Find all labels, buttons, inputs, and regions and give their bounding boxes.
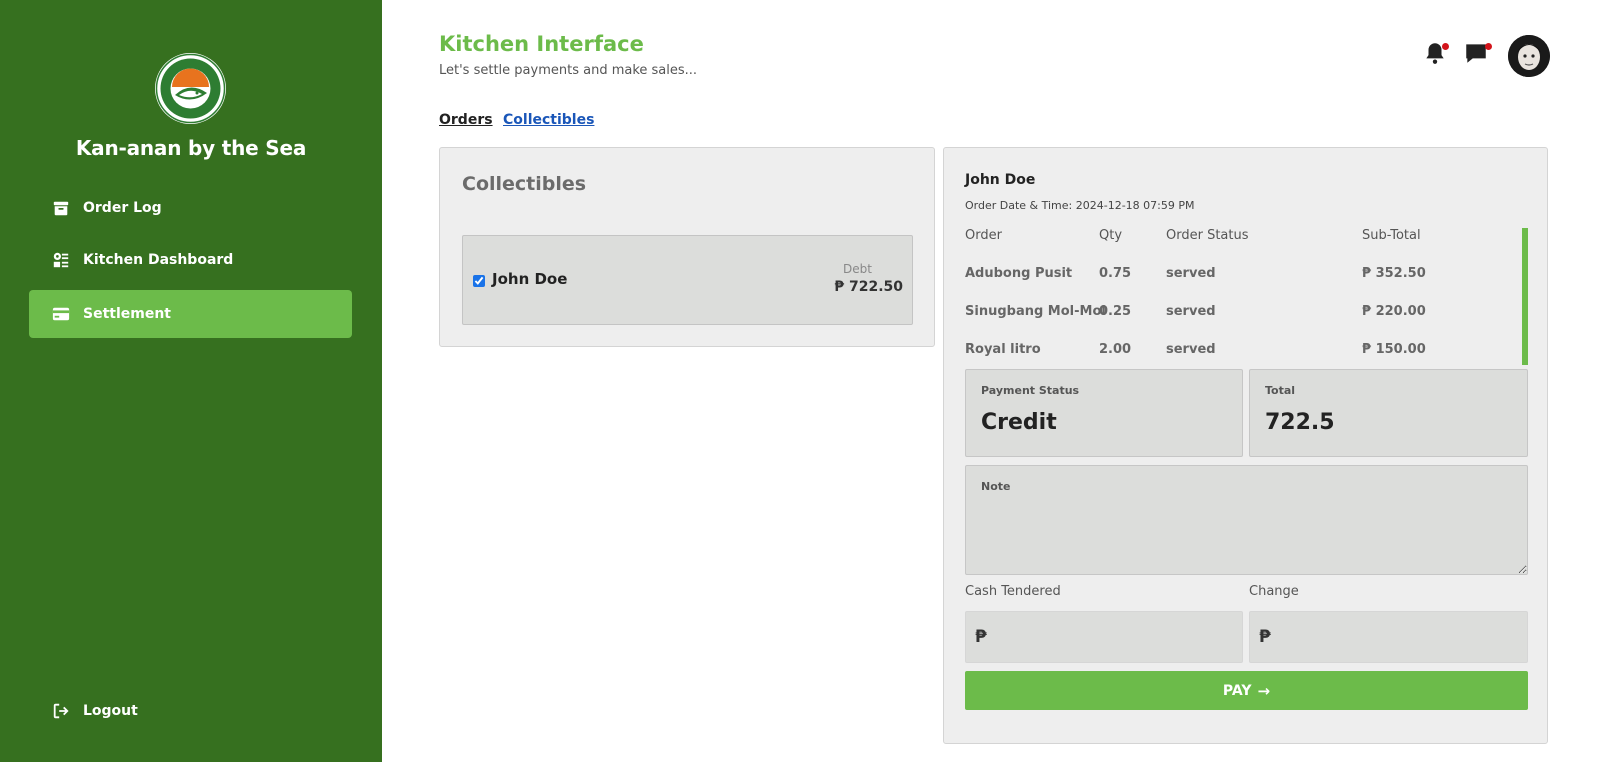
collectible-checkbox[interactable]	[473, 275, 485, 287]
change-field[interactable]: ₱	[1249, 611, 1528, 663]
cash-tendered-label: Cash Tendered	[965, 584, 1061, 599]
avatar[interactable]	[1508, 35, 1550, 77]
peso-symbol: ₱	[1259, 627, 1271, 647]
total-label: Total	[1265, 384, 1296, 397]
total-value: 722.5	[1265, 410, 1335, 435]
cell-order: Sinugbang Mol-Mol	[965, 304, 1106, 319]
sidebar-item-kitchen-dashboard[interactable]: Kitchen Dashboard	[29, 236, 352, 284]
pay-button[interactable]: PAY →	[965, 671, 1528, 710]
sidebar-item-label: Order Log	[83, 200, 162, 216]
sidebar: Kan-anan by the Sea Order Log Kitchen Da…	[0, 0, 382, 762]
table-row: Adubong Pusit 0.75 served ₱ 352.50	[965, 266, 1515, 286]
logout-icon	[51, 701, 71, 721]
note-box: Note	[965, 465, 1528, 575]
pay-label: PAY	[1222, 682, 1252, 699]
app-root: Kan-anan by the Sea Order Log Kitchen Da…	[0, 0, 1599, 762]
cell-qty: 0.25	[1099, 304, 1132, 319]
collectibles-panel: Collectibles John Doe Debt ₱ 722.50	[439, 147, 935, 347]
user-photo	[1508, 35, 1550, 77]
cell-status: served	[1166, 304, 1216, 319]
peso-symbol: ₱	[975, 627, 987, 647]
table-row: Sinugbang Mol-Mol 0.25 served ₱ 220.00	[965, 304, 1515, 324]
order-table[interactable]: Order Qty Order Status Sub-Total Adubong…	[965, 228, 1528, 365]
customer-name: John Doe	[965, 172, 1036, 188]
header-sub-total: Sub-Total	[1362, 228, 1421, 243]
arrow-right-icon: →	[1257, 681, 1271, 700]
settlement-detail-panel: John Doe Order Date & Time: 2024-12-18 0…	[943, 147, 1548, 744]
logo-emblem	[155, 53, 226, 124]
cell-status: served	[1166, 342, 1216, 357]
sidebar-item-order-log[interactable]: Order Log	[29, 184, 352, 232]
brand-logo	[155, 53, 226, 124]
sidebar-item-label: Kitchen Dashboard	[83, 252, 234, 268]
dashboard-icon	[51, 250, 71, 270]
header-order-status: Order Status	[1166, 228, 1249, 243]
order-datetime: Order Date & Time: 2024-12-18 07:59 PM	[965, 199, 1195, 212]
page-title: Kitchen Interface	[439, 32, 644, 56]
collectible-card[interactable]: John Doe Debt ₱ 722.50	[462, 235, 913, 325]
header-qty: Qty	[1099, 228, 1123, 243]
note-label: Note	[981, 480, 1011, 493]
cash-tendered-input[interactable]	[994, 612, 1240, 662]
table-row: Royal litro 2.00 served ₱ 150.00	[965, 342, 1515, 362]
table-header: Order Qty Order Status Sub-Total	[965, 228, 1515, 248]
header-order: Order	[965, 228, 1002, 243]
cell-subtotal: ₱ 220.00	[1362, 304, 1426, 319]
total-box: Total 722.5	[1249, 369, 1528, 457]
notification-dot	[1442, 43, 1449, 50]
cell-order: Adubong Pusit	[965, 266, 1073, 281]
debt-label: Debt	[843, 262, 872, 276]
tab-orders[interactable]: Orders	[439, 112, 493, 128]
collectible-customer-name: John Doe	[492, 270, 568, 288]
note-textarea[interactable]	[966, 500, 1527, 574]
cash-tendered-field[interactable]: ₱	[965, 611, 1243, 663]
messages-button[interactable]	[1463, 40, 1492, 68]
card-icon	[51, 304, 71, 324]
change-input[interactable]	[1278, 612, 1525, 662]
payment-status-value: Credit	[981, 410, 1057, 435]
cell-qty: 0.75	[1099, 266, 1132, 281]
payment-status-label: Payment Status	[981, 384, 1080, 397]
payment-status-box: Payment Status Credit	[965, 369, 1243, 457]
page-subtitle: Let's settle payments and make sales...	[439, 63, 698, 78]
cell-status: served	[1166, 266, 1216, 281]
debt-value: ₱ 722.50	[834, 279, 903, 295]
archive-icon	[51, 198, 71, 218]
cell-order: Royal litro	[965, 342, 1041, 357]
logout-button[interactable]: Logout	[29, 687, 352, 735]
logout-label: Logout	[83, 703, 138, 719]
brand-name: Kan-anan by the Sea	[75, 136, 307, 160]
sidebar-item-settlement[interactable]: Settlement	[29, 290, 352, 338]
collectibles-heading: Collectibles	[462, 173, 587, 195]
cell-qty: 2.00	[1099, 342, 1132, 357]
cell-subtotal: ₱ 352.50	[1362, 266, 1426, 281]
notifications-button[interactable]	[1422, 40, 1450, 68]
message-dot	[1485, 43, 1492, 50]
sidebar-item-label: Settlement	[83, 306, 171, 322]
tab-collectibles[interactable]: Collectibles	[503, 112, 594, 128]
cell-subtotal: ₱ 150.00	[1362, 342, 1426, 357]
change-label: Change	[1249, 584, 1299, 599]
order-datetime-value: 2024-12-18 07:59 PM	[1075, 199, 1195, 212]
order-datetime-label: Order Date & Time:	[965, 199, 1073, 212]
